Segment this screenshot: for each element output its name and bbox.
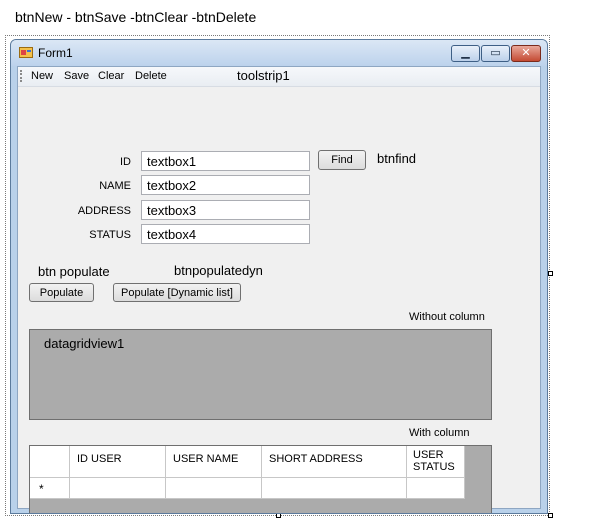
grid2-cell-user-status[interactable] (407, 478, 465, 499)
toolstrip-delete-button[interactable]: Delete (135, 70, 167, 82)
resize-handle-corner[interactable] (548, 513, 553, 518)
toolstrip-note: toolstrip1 (237, 68, 290, 83)
id-label: ID (120, 156, 131, 168)
toolstrip-save-button[interactable]: Save (64, 70, 89, 82)
datagridview2-label: datagridview2 (48, 512, 128, 513)
datagridview1-label: datagridview1 (44, 336, 125, 351)
grid2-cell-id-user[interactable] (70, 478, 166, 499)
address-label: ADDRESS (77, 205, 131, 217)
populate-button[interactable]: Populate (29, 283, 94, 302)
datagridview1[interactable]: datagridview1 (29, 329, 492, 420)
grid2-corner-header[interactable] (30, 446, 70, 478)
close-icon: ✕ (521, 47, 531, 59)
form-app-icon (19, 47, 33, 58)
title-bar: Form1 ▁ ▭ ✕ (11, 40, 547, 66)
grid2-column-header-short-address[interactable]: SHORT ADDRESS (262, 446, 407, 478)
grid2-caption: With column (409, 427, 470, 439)
grid2-cell-user-name[interactable] (166, 478, 262, 499)
grid2-row-header[interactable]: * (30, 478, 70, 499)
minimize-icon: ▁ (461, 47, 470, 59)
grid2-column-header-user-status[interactable]: USER STATUS (407, 446, 465, 478)
close-button[interactable]: ✕ (511, 45, 541, 62)
maximize-button[interactable]: ▭ (481, 45, 510, 62)
maximize-icon: ▭ (490, 47, 501, 59)
window-title: Form1 (38, 46, 73, 60)
find-button[interactable]: Find (318, 150, 366, 170)
status-textbox[interactable] (141, 224, 310, 244)
toolstrip: New Save Clear Delete toolstrip1 (18, 67, 540, 87)
minimize-button[interactable]: ▁ (451, 45, 480, 62)
form-client-area: New Save Clear Delete toolstrip1 ID NAME… (17, 66, 541, 513)
form-window: Form1 ▁ ▭ ✕ New Save Clear Delete toolst… (10, 39, 548, 514)
design-note-buttons: btnNew - btnSave -btnClear -btnDelete (15, 9, 257, 25)
find-button-note: btnfind (377, 151, 417, 166)
grid1-caption: Without column (409, 311, 485, 323)
datagridview2[interactable]: ID USER USER NAME SHORT ADDRESS USER STA… (29, 445, 492, 513)
populate-dynamic-note: btnpopulatedyn (174, 263, 263, 278)
resize-handle-right[interactable] (548, 271, 553, 276)
name-label: NAME (99, 180, 131, 192)
name-textbox[interactable] (141, 175, 310, 195)
toolstrip-grip[interactable] (20, 70, 24, 82)
populate-dynamic-button[interactable]: Populate [Dynamic list] (113, 283, 241, 302)
address-textbox[interactable] (141, 200, 310, 220)
toolstrip-new-button[interactable]: New (31, 70, 53, 82)
new-row-marker: * (39, 482, 44, 496)
status-label: STATUS (89, 229, 131, 241)
grid2-column-header-user-name[interactable]: USER NAME (166, 446, 262, 478)
toolstrip-clear-button[interactable]: Clear (98, 70, 124, 82)
grid2-cell-short-address[interactable] (262, 478, 407, 499)
grid2-column-header-id-user[interactable]: ID USER (70, 446, 166, 478)
id-textbox[interactable] (141, 151, 310, 171)
populate-note: btn populate (38, 264, 110, 279)
